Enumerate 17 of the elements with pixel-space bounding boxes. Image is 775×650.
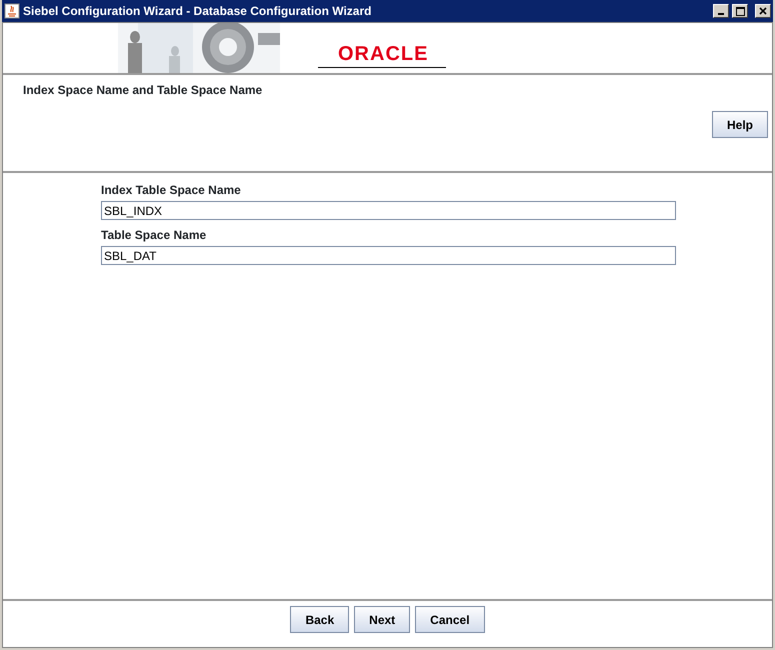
field-label: Table Space Name — [101, 227, 208, 244]
oracle-logo: ORACLE — [318, 41, 446, 68]
java-icon — [4, 3, 20, 19]
window-title: Siebel Configuration Wizard - Database Configuration Wizard — [23, 3, 372, 20]
wizard-button[interactable]: Next — [354, 606, 410, 633]
input-field[interactable]: SBL_DAT — [101, 246, 676, 265]
field-label: Index Table Space Name — [101, 182, 242, 199]
close-button[interactable] — [755, 4, 771, 18]
maximize-icon — [736, 6, 744, 16]
wizard-button[interactable]: Back — [290, 606, 350, 633]
help-button[interactable]: Help — [712, 111, 768, 138]
wizard-button[interactable]: Cancel — [415, 606, 485, 633]
maximize-button[interactable] — [732, 4, 748, 18]
page-title: Index Space Name and Table Space Name — [23, 82, 264, 99]
close-icon — [759, 7, 767, 15]
input-field[interactable]: SBL_INDX — [101, 201, 676, 220]
minimize-button[interactable] — [713, 4, 729, 18]
